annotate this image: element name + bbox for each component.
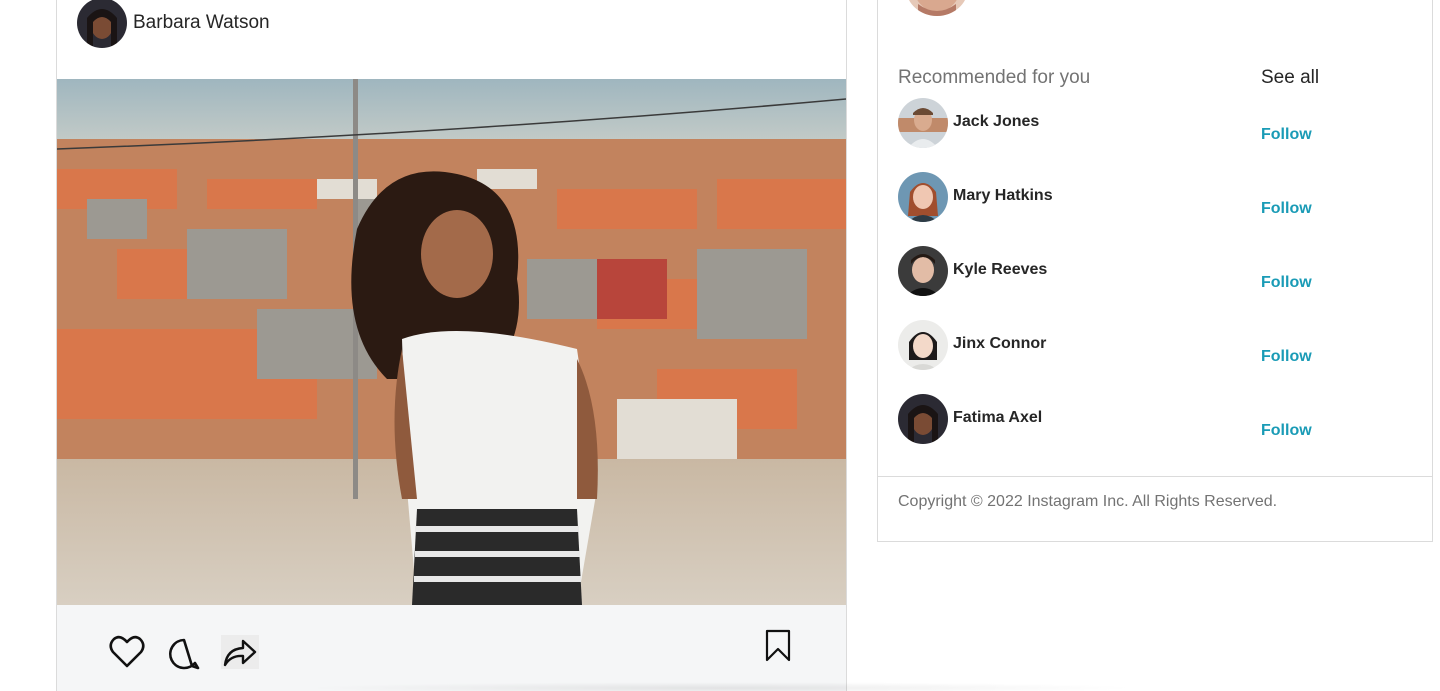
comment-icon[interactable] [167, 637, 201, 676]
post-card: Barbara Watson [56, 0, 847, 691]
post-photo[interactable] [57, 79, 846, 605]
bookmark-icon[interactable] [764, 629, 792, 668]
suggestion-item: Mary Hatkins Follow [898, 172, 1418, 246]
avatar[interactable] [898, 98, 948, 148]
post-action-bar [57, 605, 846, 691]
follow-button[interactable]: Follow [1261, 200, 1312, 218]
suggestion-name[interactable]: Jinx Connor [953, 335, 1046, 353]
post-author-avatar[interactable] [77, 0, 127, 48]
suggestion-item: Kyle Reeves Follow [898, 246, 1418, 320]
profile-avatar[interactable] [906, 0, 968, 16]
divider [878, 476, 1432, 477]
suggestion-item: Jack Jones Follow [898, 98, 1418, 172]
page: Barbara Watson Recommended for you See a… [0, 0, 1440, 691]
suggestion-item: Jinx Connor Follow [898, 320, 1418, 394]
heart-icon[interactable] [109, 635, 145, 674]
suggestion-name[interactable]: Mary Hatkins [953, 187, 1053, 205]
avatar[interactable] [898, 246, 948, 296]
suggestion-name[interactable]: Kyle Reeves [953, 261, 1047, 279]
avatar[interactable] [898, 394, 948, 444]
suggestion-item: Fatima Axel Follow [898, 394, 1418, 468]
avatar[interactable] [898, 320, 948, 370]
copyright-text: Copyright © 2022 Instagram Inc. All Righ… [898, 493, 1278, 510]
card-shadow [300, 682, 1140, 691]
follow-button[interactable]: Follow [1261, 274, 1312, 292]
avatar[interactable] [898, 172, 948, 222]
recommended-title: Recommended for you [898, 67, 1091, 88]
follow-button[interactable]: Follow [1261, 348, 1312, 366]
follow-button[interactable]: Follow [1261, 422, 1312, 440]
post-header: Barbara Watson [77, 0, 270, 48]
suggestion-list: Jack Jones Follow Mary Hatkins Follow Ky… [898, 98, 1418, 468]
suggestions-panel: Recommended for you See all Jack Jones F… [877, 0, 1433, 542]
share-icon[interactable] [221, 635, 259, 674]
suggestion-name[interactable]: Fatima Axel [953, 409, 1042, 427]
follow-button[interactable]: Follow [1261, 126, 1312, 144]
see-all-link[interactable]: See all [1261, 67, 1319, 89]
suggestion-name[interactable]: Jack Jones [953, 113, 1039, 131]
post-author-name[interactable]: Barbara Watson [133, 12, 270, 34]
